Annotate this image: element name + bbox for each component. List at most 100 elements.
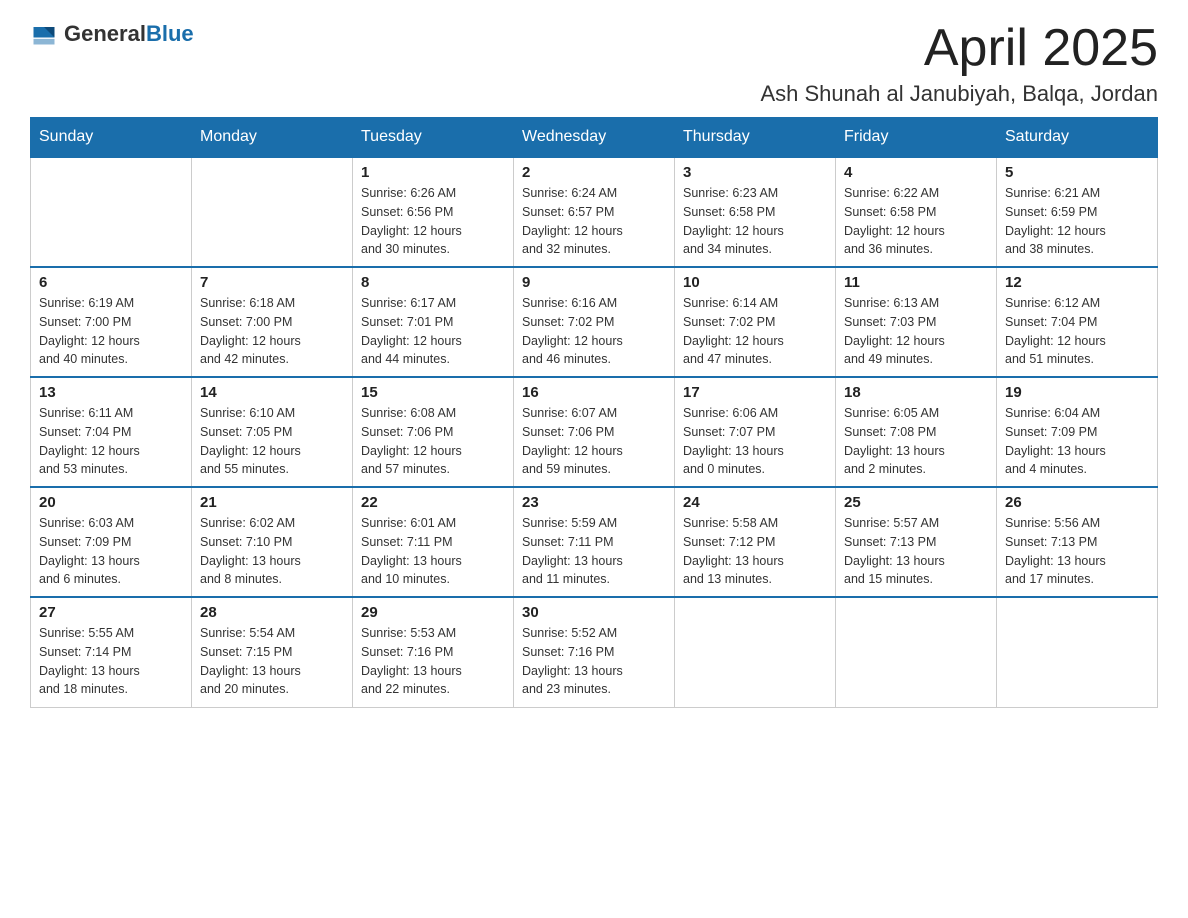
day-number: 5: [1005, 164, 1149, 181]
logo-icon: [30, 20, 58, 48]
calendar-cell: 2Sunrise: 6:24 AMSunset: 6:57 PMDaylight…: [514, 157, 675, 267]
day-info: Sunrise: 5:57 AMSunset: 7:13 PMDaylight:…: [844, 514, 988, 589]
day-info: Sunrise: 6:12 AMSunset: 7:04 PMDaylight:…: [1005, 294, 1149, 369]
calendar-cell: 19Sunrise: 6:04 AMSunset: 7:09 PMDayligh…: [997, 377, 1158, 487]
day-info: Sunrise: 6:16 AMSunset: 7:02 PMDaylight:…: [522, 294, 666, 369]
col-header-sunday: Sunday: [31, 118, 192, 158]
calendar-cell: 6 Sunrise: 6:19 AMSunset: 7:00 PMDaylight…: [31, 267, 192, 377]
calendar-cell: [192, 157, 353, 267]
day-number: 30: [522, 604, 666, 621]
calendar-cell: 7Sunrise: 6:18 AMSunset: 7:00 PMDaylight…: [192, 267, 353, 377]
day-number: 22: [361, 494, 505, 511]
day-info: Sunrise: 6:10 AMSunset: 7:05 PMDaylight:…: [200, 404, 344, 479]
day-number: 3: [683, 164, 827, 181]
day-info: Sunrise: 6:22 AMSunset: 6:58 PMDaylight:…: [844, 184, 988, 259]
day-info: Sunrise: 6:01 AMSunset: 7:11 PMDaylight:…: [361, 514, 505, 589]
day-number: 17: [683, 384, 827, 401]
day-info: Sunrise: 5:53 AMSunset: 7:16 PMDaylight:…: [361, 624, 505, 699]
day-info: Sunrise: 5:52 AMSunset: 7:16 PMDaylight:…: [522, 624, 666, 699]
logo-blue: Blue: [146, 21, 194, 46]
location-subtitle: Ash Shunah al Janubiyah, Balqa, Jordan: [760, 81, 1158, 107]
title-block: April 2025 Ash Shunah al Janubiyah, Balq…: [760, 20, 1158, 107]
day-number: 4: [844, 164, 988, 181]
calendar-cell: 23 Sunrise: 5:59 AMSunset: 7:11 PMDayligh…: [514, 487, 675, 597]
day-info: Sunrise: 6:17 AMSunset: 7:01 PMDaylight:…: [361, 294, 505, 369]
day-number: 10: [683, 274, 827, 291]
calendar-cell: 4 Sunrise: 6:22 AMSunset: 6:58 PMDaylight…: [836, 157, 997, 267]
logo-general: General: [64, 21, 146, 46]
day-number: 23: [522, 494, 666, 511]
day-number: 27: [39, 604, 183, 621]
day-info: Sunrise: 6:02 AMSunset: 7:10 PMDaylight:…: [200, 514, 344, 589]
calendar-cell: 9 Sunrise: 6:16 AMSunset: 7:02 PMDaylight…: [514, 267, 675, 377]
day-info: Sunrise: 5:58 AMSunset: 7:12 PMDaylight:…: [683, 514, 827, 589]
day-info: Sunrise: 6:18 AMSunset: 7:00 PMDaylight:…: [200, 294, 344, 369]
day-number: 21: [200, 494, 344, 511]
day-number: 14: [200, 384, 344, 401]
week-row-2: 6 Sunrise: 6:19 AMSunset: 7:00 PMDaylight…: [31, 267, 1158, 377]
day-info: Sunrise: 6:23 AMSunset: 6:58 PMDaylight:…: [683, 184, 827, 259]
day-number: 16: [522, 384, 666, 401]
day-info: Sunrise: 5:56 AMSunset: 7:13 PMDaylight:…: [1005, 514, 1149, 589]
calendar-cell: 3 Sunrise: 6:23 AMSunset: 6:58 PMDaylight…: [675, 157, 836, 267]
day-info: Sunrise: 5:54 AMSunset: 7:15 PMDaylight:…: [200, 624, 344, 699]
day-number: 18: [844, 384, 988, 401]
week-row-5: 27 Sunrise: 5:55 AMSunset: 7:14 PMDayligh…: [31, 597, 1158, 707]
col-header-tuesday: Tuesday: [353, 118, 514, 158]
calendar-cell: 17 Sunrise: 6:06 AMSunset: 7:07 PMDayligh…: [675, 377, 836, 487]
calendar-cell: 22 Sunrise: 6:01 AMSunset: 7:11 PMDayligh…: [353, 487, 514, 597]
day-number: 6: [39, 274, 183, 291]
calendar-cell: 21 Sunrise: 6:02 AMSunset: 7:10 PMDayligh…: [192, 487, 353, 597]
day-info: Sunrise: 6:14 AMSunset: 7:02 PMDaylight:…: [683, 294, 827, 369]
col-header-thursday: Thursday: [675, 118, 836, 158]
calendar-cell: 26 Sunrise: 5:56 AMSunset: 7:13 PMDayligh…: [997, 487, 1158, 597]
day-number: 13: [39, 384, 183, 401]
calendar-cell: 14 Sunrise: 6:10 AMSunset: 7:05 PMDayligh…: [192, 377, 353, 487]
day-number: 19: [1005, 384, 1149, 401]
day-info: Sunrise: 6:21 AMSunset: 6:59 PMDaylight:…: [1005, 184, 1149, 259]
calendar-cell: 13 Sunrise: 6:11 AMSunset: 7:04 PMDayligh…: [31, 377, 192, 487]
day-number: 15: [361, 384, 505, 401]
calendar-cell: [836, 597, 997, 707]
col-header-wednesday: Wednesday: [514, 118, 675, 158]
day-number: 12: [1005, 274, 1149, 291]
calendar-cell: 24 Sunrise: 5:58 AMSunset: 7:12 PMDayligh…: [675, 487, 836, 597]
week-row-1: 1Sunrise: 6:26 AMSunset: 6:56 PMDaylight…: [31, 157, 1158, 267]
day-info: Sunrise: 6:19 AMSunset: 7:00 PMDaylight:…: [39, 294, 183, 369]
calendar-cell: 16 Sunrise: 6:07 AMSunset: 7:06 PMDayligh…: [514, 377, 675, 487]
logo: GeneralBlue: [30, 20, 194, 48]
calendar-cell: 20Sunrise: 6:03 AMSunset: 7:09 PMDayligh…: [31, 487, 192, 597]
calendar-table: SundayMondayTuesdayWednesdayThursdayFrid…: [30, 117, 1158, 708]
calendar-cell: 29Sunrise: 5:53 AMSunset: 7:16 PMDayligh…: [353, 597, 514, 707]
day-number: 11: [844, 274, 988, 291]
day-number: 9: [522, 274, 666, 291]
day-number: 26: [1005, 494, 1149, 511]
calendar-cell: [997, 597, 1158, 707]
calendar-cell: 10 Sunrise: 6:14 AMSunset: 7:02 PMDayligh…: [675, 267, 836, 377]
day-info: Sunrise: 6:06 AMSunset: 7:07 PMDaylight:…: [683, 404, 827, 479]
day-info: Sunrise: 6:07 AMSunset: 7:06 PMDaylight:…: [522, 404, 666, 479]
day-info: Sunrise: 6:13 AMSunset: 7:03 PMDaylight:…: [844, 294, 988, 369]
logo-text: GeneralBlue: [64, 21, 194, 47]
day-info: Sunrise: 5:55 AMSunset: 7:14 PMDaylight:…: [39, 624, 183, 699]
day-info: Sunrise: 6:05 AMSunset: 7:08 PMDaylight:…: [844, 404, 988, 479]
calendar-header-row: SundayMondayTuesdayWednesdayThursdayFrid…: [31, 118, 1158, 158]
day-info: Sunrise: 5:59 AMSunset: 7:11 PMDaylight:…: [522, 514, 666, 589]
calendar-cell: 25 Sunrise: 5:57 AMSunset: 7:13 PMDayligh…: [836, 487, 997, 597]
calendar-cell: 12 Sunrise: 6:12 AMSunset: 7:04 PMDayligh…: [997, 267, 1158, 377]
day-info: Sunrise: 6:24 AMSunset: 6:57 PMDaylight:…: [522, 184, 666, 259]
week-row-4: 20Sunrise: 6:03 AMSunset: 7:09 PMDayligh…: [31, 487, 1158, 597]
calendar-cell: 5 Sunrise: 6:21 AMSunset: 6:59 PMDaylight…: [997, 157, 1158, 267]
col-header-friday: Friday: [836, 118, 997, 158]
page-header: GeneralBlue April 2025 Ash Shunah al Jan…: [30, 20, 1158, 107]
month-year-title: April 2025: [760, 20, 1158, 77]
day-number: 24: [683, 494, 827, 511]
day-number: 25: [844, 494, 988, 511]
day-number: 20: [39, 494, 183, 511]
calendar-cell: 30 Sunrise: 5:52 AMSunset: 7:16 PMDayligh…: [514, 597, 675, 707]
week-row-3: 13 Sunrise: 6:11 AMSunset: 7:04 PMDayligh…: [31, 377, 1158, 487]
day-number: 1: [361, 164, 505, 181]
calendar-cell: 8Sunrise: 6:17 AMSunset: 7:01 PMDaylight…: [353, 267, 514, 377]
calendar-cell: 27 Sunrise: 5:55 AMSunset: 7:14 PMDayligh…: [31, 597, 192, 707]
day-info: Sunrise: 6:11 AMSunset: 7:04 PMDaylight:…: [39, 404, 183, 479]
